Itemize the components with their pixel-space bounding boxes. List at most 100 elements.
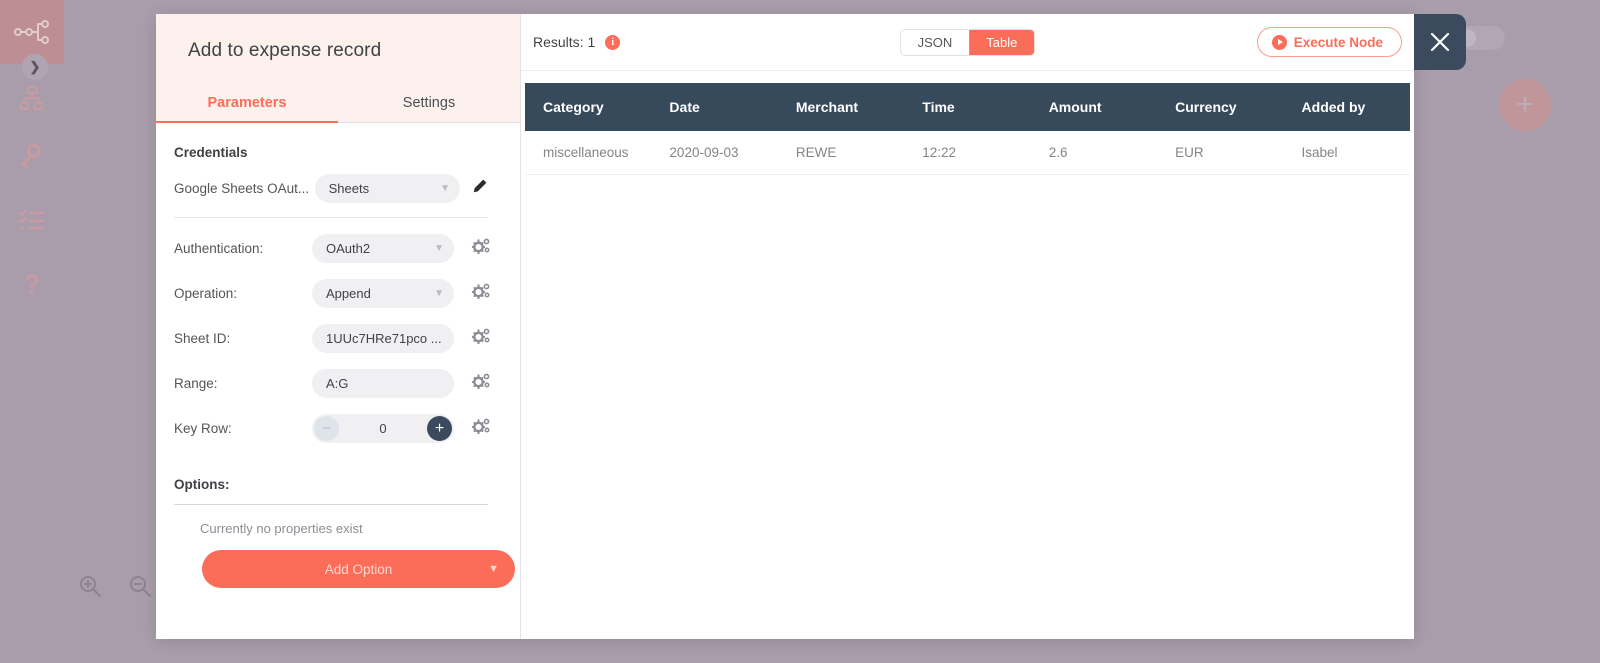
column-header-currency[interactable]: Currency	[1157, 83, 1283, 131]
output-panel: Results: 1 i JSON Table Execute Node Cat…	[521, 14, 1414, 639]
close-ndv-button[interactable]	[1414, 14, 1466, 70]
cell-added-by: Isabel	[1283, 131, 1410, 175]
param-label-authentication: Authentication:	[174, 241, 264, 256]
parameters-body: Credentials Google Sheets OAut... Sheets…	[156, 123, 520, 639]
column-header-time[interactable]: Time	[904, 83, 1030, 131]
pencil-icon	[473, 179, 487, 193]
add-node-button[interactable]: +	[1499, 79, 1551, 131]
table-row: miscellaneous 2020-09-03 REWE 12:22 2.6 …	[525, 131, 1410, 175]
column-header-date[interactable]: Date	[651, 83, 777, 131]
plus-icon: +	[1516, 88, 1534, 121]
credentials-section-title: Credentials	[174, 145, 248, 160]
credentials-row: Google Sheets OAut... Sheets ▼	[174, 174, 488, 218]
sidebar-item-help[interactable]: ?	[0, 268, 64, 300]
zoom-in-icon	[80, 576, 101, 597]
zoom-out-icon	[130, 576, 151, 597]
options-empty-text: Currently no properties exist	[200, 521, 363, 536]
param-row-range: Range: A:G	[174, 369, 490, 398]
param-value-operation: Append	[326, 286, 371, 301]
result-table-body: miscellaneous 2020-09-03 REWE 12:22 2.6 …	[525, 131, 1410, 175]
chevron-down-icon: ▼	[440, 183, 450, 194]
param-options-key-row-button[interactable]	[471, 418, 490, 439]
chevron-down-icon: ▼	[434, 243, 444, 254]
ndv-tab-bar: Parameters Settings	[156, 85, 520, 123]
sidebar-item-credentials[interactable]	[0, 141, 64, 173]
chevron-down-icon: ▼	[488, 563, 499, 575]
param-label-operation: Operation:	[174, 286, 238, 301]
executions-list-icon	[19, 209, 45, 230]
key-icon	[21, 144, 41, 169]
param-row-sheet-id: Sheet ID: 1UUc7HRe71pco ...	[174, 324, 490, 353]
param-row-authentication: Authentication: OAuth2 ▼	[174, 234, 490, 263]
options-section: Options: Currently no properties exist A…	[174, 477, 515, 588]
param-options-operation-button[interactable]	[471, 283, 490, 304]
table-header-row: Category Date Merchant Time Amount Curre…	[525, 83, 1410, 131]
sidebar-item-workflows[interactable]	[0, 82, 64, 114]
credentials-select[interactable]: Sheets ▼	[314, 174, 460, 203]
cell-date: 2020-09-03	[651, 131, 778, 175]
column-header-added-by[interactable]: Added by	[1284, 83, 1410, 131]
result-table-head: Category Date Merchant Time Amount Curre…	[525, 83, 1410, 131]
param-value-authentication: OAuth2	[326, 241, 371, 256]
gears-icon	[471, 283, 490, 300]
gears-icon	[471, 238, 490, 255]
workflows-hierarchy-icon	[20, 86, 43, 110]
cell-merchant: REWE	[777, 131, 905, 175]
ndv-header: Add to expense record Parameters Setting…	[156, 14, 520, 123]
tab-settings[interactable]: Settings	[338, 85, 520, 122]
param-select-authentication[interactable]: OAuth2 ▼	[312, 234, 454, 263]
tab-parameters[interactable]: Parameters	[156, 85, 338, 123]
param-label-key-row: Key Row:	[174, 421, 232, 436]
sidebar-item-executions[interactable]	[0, 205, 64, 237]
zoom-in-button[interactable]	[78, 574, 102, 603]
gears-icon	[471, 418, 490, 435]
add-option-button[interactable]: Add Option ▼	[202, 550, 515, 588]
output-header: Results: 1 i JSON Table Execute Node	[521, 14, 1414, 71]
main-sidebar: ❯ ?	[0, 0, 64, 663]
chevron-down-icon: ▼	[434, 288, 444, 299]
param-stepper-key-row: − 0 +	[312, 414, 454, 443]
close-icon	[1430, 32, 1450, 52]
sidebar-expand-button[interactable]: ❯	[22, 54, 48, 80]
question-mark-icon: ?	[24, 268, 40, 299]
results-count-label: Results: 1	[533, 34, 596, 50]
column-header-amount[interactable]: Amount	[1031, 83, 1157, 131]
display-mode-table[interactable]: Table	[969, 29, 1035, 55]
workflow-nodes-icon	[14, 20, 49, 44]
column-header-category[interactable]: Category	[525, 83, 651, 131]
zoom-out-button[interactable]	[128, 574, 152, 603]
output-body: Category Date Merchant Time Amount Curre…	[521, 71, 1414, 639]
play-icon	[1271, 34, 1287, 50]
param-label-range: Range:	[174, 376, 218, 391]
param-options-authentication-button[interactable]	[471, 238, 490, 259]
parameters-panel: Add to expense record Parameters Setting…	[156, 14, 521, 639]
cell-amount: 2.6	[1030, 131, 1158, 175]
chevron-right-icon: ❯	[29, 59, 41, 74]
add-option-label: Add Option	[324, 561, 393, 577]
param-input-sheet-id[interactable]: 1UUc7HRe71pco ...	[312, 324, 454, 353]
param-select-operation[interactable]: Append ▼	[312, 279, 454, 308]
result-table-container: Category Date Merchant Time Amount Curre…	[525, 83, 1410, 175]
display-mode-json[interactable]: JSON	[900, 29, 970, 55]
credentials-value: Sheets	[328, 181, 370, 196]
canvas-zoom-controls	[78, 574, 152, 603]
node-title: Add to expense record	[188, 40, 382, 61]
cell-category: miscellaneous	[525, 131, 652, 175]
edit-credentials-button[interactable]	[472, 178, 488, 199]
credentials-label: Google Sheets OAut...	[174, 181, 310, 196]
node-details-view: Add to expense record Parameters Setting…	[156, 14, 1414, 639]
gears-icon	[471, 373, 490, 390]
info-icon[interactable]: i	[605, 34, 621, 50]
result-table: Category Date Merchant Time Amount Curre…	[525, 83, 1410, 175]
display-mode-toggle: JSON Table	[899, 28, 1036, 56]
cell-time: 12:22	[904, 131, 1031, 175]
param-row-operation: Operation: Append ▼	[174, 279, 490, 308]
param-options-sheet-id-button[interactable]	[471, 328, 490, 349]
gears-icon	[471, 328, 490, 345]
execute-node-label: Execute Node	[1293, 34, 1383, 50]
param-options-range-button[interactable]	[471, 373, 490, 394]
execute-node-button[interactable]: Execute Node	[1256, 27, 1402, 57]
stepper-value-key-row[interactable]: 0	[312, 421, 454, 436]
param-input-range[interactable]: A:G	[312, 369, 454, 398]
column-header-merchant[interactable]: Merchant	[778, 83, 904, 131]
